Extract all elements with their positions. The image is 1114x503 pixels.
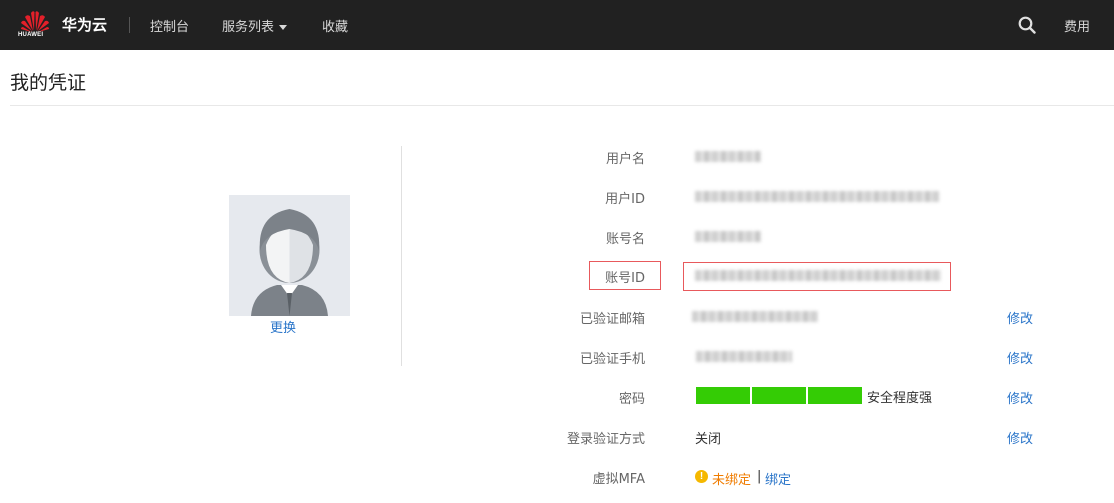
caret-down-icon: [279, 25, 288, 30]
strength-segment: [752, 387, 806, 404]
username-value-blurred: [695, 151, 761, 162]
phone-value-blurred: [696, 351, 792, 362]
mfa-separator: |: [757, 469, 762, 484]
label-username: 用户名: [605, 152, 645, 167]
user-avatar-icon: [229, 195, 350, 316]
label-login-verification: 登录验证方式: [566, 432, 645, 447]
edit-password-link[interactable]: 修改: [1007, 388, 1033, 407]
change-avatar-link[interactable]: 更换: [270, 317, 296, 336]
logo-text: HUAWEI: [18, 32, 44, 38]
strength-segment: [808, 387, 862, 404]
account-name-value-blurred: [695, 231, 761, 242]
brand-name[interactable]: 华为云: [62, 14, 107, 35]
page-title: 我的凭证: [10, 72, 87, 94]
user-id-value-blurred: [695, 191, 939, 202]
strength-segment: [696, 387, 750, 404]
label-account-id: 账号ID: [605, 271, 645, 286]
bind-mfa-link[interactable]: 绑定: [765, 469, 791, 488]
nav-service-list[interactable]: 服务列表: [222, 16, 288, 35]
mfa-status: 未绑定: [712, 473, 752, 488]
label-password: 密码: [618, 392, 645, 407]
avatar: [229, 195, 350, 316]
top-navigation-bar: HUAWEI 华为云 控制台 服务列表 收藏 费用: [0, 0, 1114, 50]
title-divider: [10, 105, 1114, 106]
label-verified-phone: 已验证手机: [579, 352, 645, 367]
label-account-name: 账号名: [605, 232, 645, 247]
email-value-blurred: [692, 311, 818, 322]
edit-phone-link[interactable]: 修改: [1007, 348, 1033, 367]
label-user-id: 用户ID: [605, 192, 645, 207]
login-verification-value: 关闭: [695, 432, 722, 447]
search-icon[interactable]: [1018, 16, 1036, 34]
password-strength-text: 安全程度强: [867, 391, 933, 406]
nav-console[interactable]: 控制台: [150, 16, 189, 35]
nav-favorites[interactable]: 收藏: [322, 16, 348, 35]
nav-separator: [129, 17, 130, 33]
label-verified-email: 已验证邮箱: [579, 312, 645, 327]
warning-icon: !: [695, 470, 708, 483]
account-id-value-blurred: [695, 270, 941, 281]
nav-service-list-label: 服务列表: [222, 20, 275, 35]
label-virtual-mfa: 虚拟MFA: [592, 472, 645, 487]
fee-link[interactable]: 费用: [1064, 16, 1090, 35]
vertical-divider: [401, 146, 402, 366]
edit-email-link[interactable]: 修改: [1007, 308, 1033, 327]
edit-login-verification-link[interactable]: 修改: [1007, 428, 1033, 447]
